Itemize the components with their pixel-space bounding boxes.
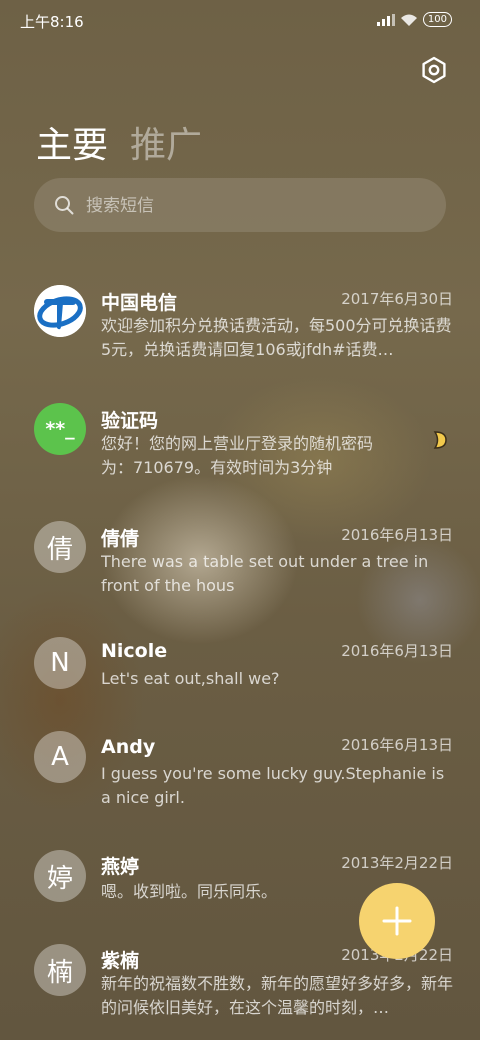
conversation-preview: 您好！您的网上营业厅登录的随机密码为：710679。有效时间为3分钟 bbox=[101, 434, 374, 477]
conversation-date: 2017年6月30日 bbox=[341, 290, 453, 308]
conversation-name: Andy bbox=[101, 736, 156, 758]
conversation-item-nicole[interactable]: N Nicole 2016年6月13日 Let's eat out,shall … bbox=[0, 634, 480, 704]
conversation-item-qianqian[interactable]: 倩 倩倩 2016年6月13日 There was a table set ou… bbox=[0, 516, 480, 606]
tab-promotions[interactable]: 推广 bbox=[130, 116, 202, 168]
status-bar: 上午8:16 100 bbox=[0, 0, 480, 40]
contact-avatar: A bbox=[34, 731, 86, 783]
conversation-name: 倩倩 bbox=[101, 528, 140, 550]
contact-avatar: N bbox=[34, 637, 86, 689]
compose-button[interactable] bbox=[359, 883, 435, 959]
conversation-date: 2013年2月22日 bbox=[341, 854, 453, 872]
contact-avatar: 楠 bbox=[34, 944, 86, 996]
signal-icon bbox=[376, 13, 395, 26]
search-icon bbox=[55, 196, 74, 215]
conversation-item-andy[interactable]: A Andy 2016年6月13日 I guess you're some lu… bbox=[0, 730, 480, 820]
conversation-name: 燕婷 bbox=[101, 856, 140, 878]
wifi-icon bbox=[400, 14, 417, 26]
conversation-name: Nicole bbox=[101, 640, 168, 662]
search-bar[interactable] bbox=[34, 178, 446, 234]
status-icons: 100 bbox=[376, 12, 452, 27]
conversation-date: 2016年6月13日 bbox=[341, 642, 453, 660]
plus-icon bbox=[382, 906, 412, 936]
conversation-date: 2016年6月13日 bbox=[341, 736, 453, 754]
conversation-name: 中国电信 bbox=[101, 292, 178, 314]
conversation-item-verification-code[interactable]: **_ 验证码 您好！您的网上营业厅登录的随机密码为：710679。有效时间为3… bbox=[0, 398, 480, 488]
settings-icon[interactable] bbox=[420, 56, 448, 84]
conversation-preview: 欢迎参加积分兑换话费活动，每500分可兑换话费5元，兑换话费请回复106或jfd… bbox=[101, 316, 452, 359]
conversation-preview: 新年的祝福数不胜数，新年的愿望好多好多，新年的问候依旧美好，在这个温馨的时刻，… bbox=[101, 974, 453, 1017]
search-input[interactable] bbox=[84, 178, 428, 234]
conversation-preview: Let's eat out,shall we? bbox=[101, 669, 280, 688]
conversation-name: 验证码 bbox=[101, 410, 159, 432]
battery-indicator: 100 bbox=[422, 12, 452, 27]
conversation-name: 紫楠 bbox=[101, 950, 140, 972]
conversation-date: 2016年6月13日 bbox=[341, 526, 453, 544]
conversation-preview: I guess you're some lucky guy.Stephanie … bbox=[101, 764, 445, 807]
conversation-item-china-telecom[interactable]: 中国电信 2017年6月30日 欢迎参加积分兑换话费活动，每500分可兑换话费5… bbox=[0, 280, 480, 370]
conversation-preview: There was a table set out under a tree i… bbox=[101, 552, 429, 595]
verification-code-avatar: **_ bbox=[34, 403, 86, 455]
unread-badge-icon bbox=[433, 431, 447, 449]
contact-avatar: 婷 bbox=[34, 850, 86, 902]
tab-primary[interactable]: 主要 bbox=[36, 116, 108, 168]
china-telecom-logo-icon bbox=[34, 285, 86, 337]
tab-bar: 主要 推广 bbox=[36, 116, 202, 168]
status-time: 上午8:16 bbox=[20, 13, 84, 31]
contact-avatar: 倩 bbox=[34, 521, 86, 573]
